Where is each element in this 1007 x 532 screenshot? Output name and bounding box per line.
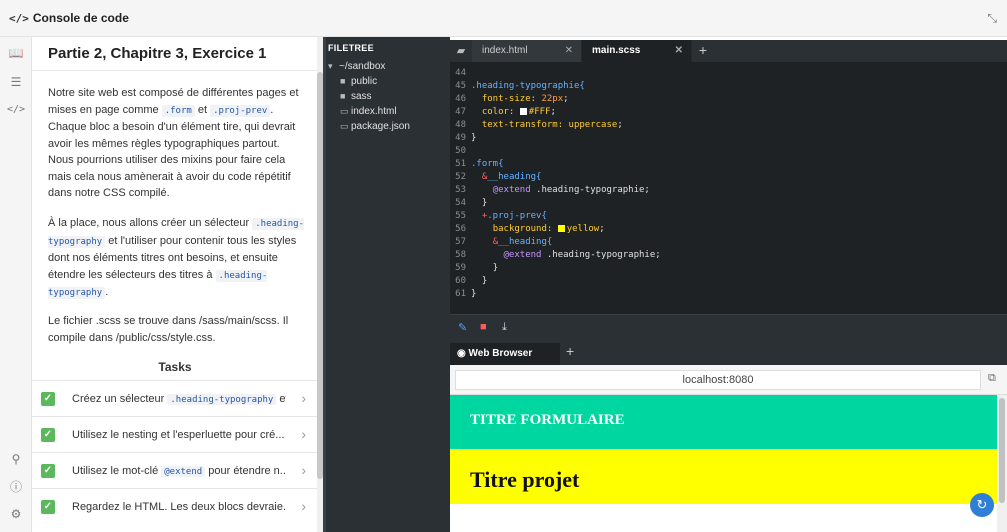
file-index-html[interactable]: ▭ index.html <box>340 106 397 117</box>
form-heading: Titre formulaire <box>470 412 625 428</box>
folder-sass[interactable]: ■ sass <box>340 91 372 102</box>
code-line: 60 } <box>455 276 488 286</box>
task-item[interactable]: ✓ Utilisez le mot-clé @extend pour étend… <box>32 452 318 488</box>
help-icon[interactable]: ⓘ <box>6 477 26 497</box>
chevron-right-icon: › <box>301 498 306 514</box>
close-icon[interactable]: ✕ <box>565 40 573 62</box>
code-icon[interactable]: </> <box>6 100 26 120</box>
lesson-panel: Partie 2, Chapitre 3, Exercice 1 Notre s… <box>32 37 318 532</box>
filetree-title: FILETREE <box>328 43 374 53</box>
checkbox-checked-icon: ✓ <box>41 391 55 406</box>
folder-public[interactable]: ■ public <box>340 76 377 87</box>
address-input[interactable]: localhost:8080 <box>455 370 981 390</box>
lesson-title: Partie 2, Chapitre 3, Exercice 1 <box>48 45 267 62</box>
checkbox-checked-icon: ✓ <box>41 499 55 514</box>
color-swatch <box>519 108 527 115</box>
book-icon[interactable]: 📖 <box>6 43 26 63</box>
download-icon[interactable]: ⤓ <box>502 321 507 334</box>
close-icon[interactable]: ✕ <box>675 40 683 62</box>
code-line: 56 background: yellow; <box>455 224 605 234</box>
browser-tabs: ◉ Web Browser + <box>450 341 1007 365</box>
left-sidebar: 📖 ☰ </> ⚲ ⓘ ⚙ <box>0 37 32 532</box>
chevron-right-icon: › <box>301 462 306 478</box>
code-snippet: .proj-prev <box>210 104 271 117</box>
folder-sandbox[interactable]: ▾ ~/sandbox <box>328 61 385 72</box>
add-tab-button[interactable]: + <box>566 343 574 359</box>
tab-main-scss[interactable]: main.scss ✕ <box>582 40 692 62</box>
code-icon: </> <box>9 11 29 25</box>
editor-toolbar: ✎ ■ ⤓ <box>450 314 1007 341</box>
code-line: 51 .form{ <box>455 159 504 169</box>
collapse-icon[interactable]: ⤡ <box>987 11 997 26</box>
code-line: 48 text-transform: uppercase; <box>455 120 623 130</box>
trash-icon[interactable]: ■ <box>480 321 487 333</box>
filetree-panel: FILETREE ▾ ~/sandbox ■ public ■ sass ▭ index… <box>326 37 450 532</box>
top-bar: </> Console de code ⤡ <box>0 0 1007 37</box>
code-line: 53 @extend .heading-typographie; <box>455 185 650 195</box>
code-line: 44 <box>455 68 466 78</box>
form-block: Titre formulaire <box>450 395 997 449</box>
code-line: 59 } <box>455 263 499 273</box>
add-tab-button[interactable]: + <box>692 40 714 62</box>
refresh-button[interactable]: ↻ <box>970 493 994 517</box>
preview-scrollbar-thumb[interactable] <box>999 398 1005 503</box>
file-icon: ▭ <box>340 121 349 131</box>
pencil-icon[interactable]: ✎ <box>458 321 467 334</box>
file-icon: ▭ <box>340 106 349 116</box>
folder-open-icon[interactable]: ▰ <box>450 40 472 62</box>
chevron-right-icon: › <box>301 390 306 406</box>
color-swatch <box>557 225 565 232</box>
tab-index-html[interactable]: index.html ✕ <box>472 40 582 62</box>
code-line: 58 @extend .heading-typographie; <box>455 250 661 260</box>
console-title: Console de code <box>32 11 129 25</box>
task-item[interactable]: ✓ Créez un sélecteur .heading-typography… <box>32 380 318 416</box>
code-line: 61} <box>455 289 477 299</box>
list-icon[interactable]: ☰ <box>6 72 26 92</box>
folder-icon: ■ <box>340 91 346 101</box>
browser-preview: Titre formulaire Titre projet <box>450 395 997 532</box>
checkbox-checked-icon: ✓ <box>41 463 55 478</box>
divider <box>32 70 318 71</box>
checkbox-checked-icon: ✓ <box>41 427 55 442</box>
lesson-paragraph-2: À la place, nous allons créer un sélecte… <box>48 217 305 299</box>
chevron-right-icon: › <box>301 426 306 442</box>
code-line: 57 &__heading{ <box>455 237 553 247</box>
proj-prev-block: Titre projet <box>450 449 997 504</box>
editor-tabs: ▰ index.html ✕ main.scss ✕ + <box>450 40 1007 62</box>
share-icon[interactable]: ⚲ <box>6 449 26 469</box>
code-line: 55 +.proj-prev{ <box>455 211 547 221</box>
globe-icon: ◉ <box>457 348 469 359</box>
tab-web-browser[interactable]: ◉ Web Browser <box>450 343 560 365</box>
code-line: 46 font-size: 22px; <box>455 94 569 104</box>
code-editor[interactable]: 44 45 .heading-typographie{ 46 font-size:… <box>450 62 1007 314</box>
code-line: 54 } <box>455 198 488 208</box>
code-line: 49} <box>455 133 477 143</box>
lesson-paragraph-3: Le fichier .scss se trouve dans /sass/ma… <box>48 315 289 344</box>
file-package-json[interactable]: ▭ package.json <box>340 121 410 132</box>
code-line: 52 &__heading{ <box>455 172 542 182</box>
folder-open-icon: ▾ <box>328 61 333 71</box>
code-line: 50 <box>455 146 466 156</box>
tasks-title: Tasks <box>158 360 192 374</box>
code-line: 45 .heading-typographie{ <box>455 81 585 91</box>
url-bar: localhost:8080 ⧉ <box>450 365 1007 395</box>
lesson-paragraph-1: Notre site web est composé de différente… <box>48 87 299 199</box>
settings-icon[interactable]: ⚙ <box>6 504 26 524</box>
proj-prev-heading: Titre projet <box>470 467 580 492</box>
code-snippet: .form <box>161 104 195 117</box>
task-item[interactable]: ✓ Regardez le HTML. Les deux blocs devra… <box>32 488 318 524</box>
folder-icon: ■ <box>340 76 346 86</box>
code-line: 47 color: #FFF; <box>455 107 556 117</box>
external-link-icon[interactable]: ⧉ <box>988 372 996 385</box>
task-item[interactable]: ✓ Utilisez le nesting et l'esperluette p… <box>32 416 318 452</box>
